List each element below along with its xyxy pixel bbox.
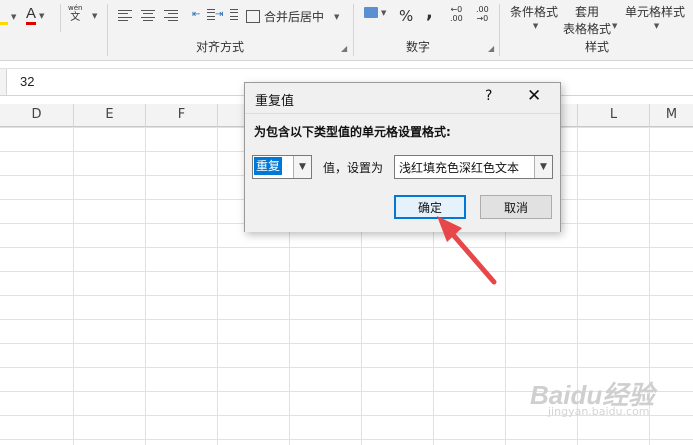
align-left-icon: [118, 10, 132, 21]
align-left-button[interactable]: [118, 10, 132, 21]
percent-icon: %: [399, 7, 414, 25]
close-icon[interactable]: ✕: [527, 86, 541, 106]
chevron-down-icon: ▼: [532, 22, 539, 30]
set-to-label: 值，设置为: [323, 161, 384, 175]
ribbon-divider: [353, 4, 354, 56]
merge-center-label: 合并后居中: [264, 10, 325, 24]
column-header[interactable]: F: [146, 104, 218, 126]
dialog-launcher-icon[interactable]: ◢: [488, 44, 494, 53]
duplicate-values-dialog: 重复值 ? ✕ 为包含以下类型值的单元格设置格式: 重复 ▼ 值，设置为 浅红填…: [244, 82, 561, 232]
merge-center-button[interactable]: 合并后居中 ▼: [246, 8, 339, 25]
dialog-launcher-icon[interactable]: ◢: [341, 44, 347, 53]
phonetic-button[interactable]: wén 文: [68, 4, 82, 23]
value-type-selected: 重复: [254, 157, 283, 175]
column-header[interactable]: E: [74, 104, 146, 126]
decrease-decimal-b: →0: [476, 14, 489, 23]
indent-lines: [201, 9, 216, 20]
comma-icon: ,: [426, 2, 433, 23]
alignment-group-label: 对齐方式: [196, 40, 245, 54]
conditional-format-button[interactable]: 条件格式 ▼: [510, 3, 558, 30]
ribbon-divider: [60, 4, 61, 32]
percent-button[interactable]: %: [399, 7, 413, 25]
help-icon[interactable]: ?: [485, 88, 492, 104]
column-header[interactable]: D: [0, 104, 74, 126]
grid-line: [145, 127, 146, 445]
format-as-table-button[interactable]: 套用 表格格式: [563, 3, 611, 37]
chevron-down-icon: ▼: [11, 12, 17, 21]
watermark-url: jingyan.baidu.com: [548, 405, 650, 418]
conditional-format-label: 条件格式: [510, 5, 559, 19]
decrease-indent-icon: ⇤: [192, 9, 201, 20]
ribbon-divider: [107, 4, 108, 56]
decrease-decimal-button[interactable]: .00 →0: [476, 5, 489, 23]
cell-styles-label: 单元格样式: [625, 5, 686, 19]
chevron-down-icon[interactable]: ▼: [293, 156, 311, 178]
align-right-icon: [164, 10, 178, 21]
font-color-button[interactable]: A ▼: [26, 6, 44, 25]
format-as-table-line2: 表格格式: [563, 22, 612, 36]
chevron-down-icon: ▼: [653, 22, 660, 30]
increase-decimal-button[interactable]: ←0 .00: [450, 5, 463, 23]
cancel-button[interactable]: 取消: [480, 195, 552, 219]
align-center-icon: [141, 10, 155, 21]
chevron-down-icon[interactable]: ▼: [92, 12, 97, 20]
format-as-table-line1: 套用: [575, 5, 600, 19]
chevron-down-icon: ▼: [39, 11, 45, 20]
accounting-format-button[interactable]: ▼: [364, 7, 386, 18]
column-header[interactable]: M: [650, 104, 693, 126]
accounting-icon: [364, 7, 378, 18]
decrease-decimal-a: .00: [476, 5, 489, 14]
ribbon-divider: [499, 4, 500, 56]
increase-indent-button[interactable]: ⇥: [215, 9, 239, 20]
column-header[interactable]: L: [578, 104, 650, 126]
align-right-button[interactable]: [164, 10, 178, 21]
increase-decimal-b: .00: [450, 14, 463, 23]
font-color-icon: A: [26, 6, 37, 25]
formula-bar-edge: [0, 69, 7, 95]
chevron-down-icon[interactable]: ▼: [612, 22, 617, 30]
format-select[interactable]: 浅红填充色深红色文本 ▼: [394, 155, 553, 179]
chevron-down-icon: ▼: [381, 8, 387, 17]
value-type-select[interactable]: 重复 ▼: [252, 155, 312, 179]
indent-lines: [224, 9, 239, 20]
phonetic-top: wén: [68, 4, 83, 12]
chevron-down-icon: ▼: [334, 12, 340, 21]
align-center-button[interactable]: [141, 10, 155, 21]
chevron-down-icon[interactable]: ▼: [534, 156, 552, 178]
cell-styles-button[interactable]: 单元格样式 ▼: [625, 3, 685, 30]
comma-button[interactable]: ,: [426, 2, 433, 23]
number-group-label: 数字: [406, 40, 431, 54]
increase-decimal-a: ←0: [450, 5, 463, 14]
styles-group-label: 样式: [585, 40, 610, 54]
grid-line: [73, 127, 74, 445]
increase-indent-icon: ⇥: [215, 9, 224, 20]
phonetic-bottom: 文: [70, 12, 81, 23]
grid-line: [217, 127, 218, 445]
fill-color-button[interactable]: ▼: [0, 8, 16, 25]
dialog-prompt: 为包含以下类型值的单元格设置格式:: [254, 125, 451, 139]
ribbon: ▼ A ▼ wén 文 ▼ ⇤ ⇥ 合并后居中 ▼ 对齐方式 ◢ ▼ % , ←…: [0, 0, 693, 61]
ok-button[interactable]: 确定: [394, 195, 466, 219]
formula-input[interactable]: 32: [20, 74, 34, 89]
format-selected: 浅红填充色深红色文本: [399, 161, 520, 175]
fill-color-icon: [0, 8, 8, 25]
dialog-title: 重复值: [255, 94, 295, 109]
merge-cells-icon: [246, 10, 260, 23]
decrease-indent-button[interactable]: ⇤: [192, 9, 216, 20]
